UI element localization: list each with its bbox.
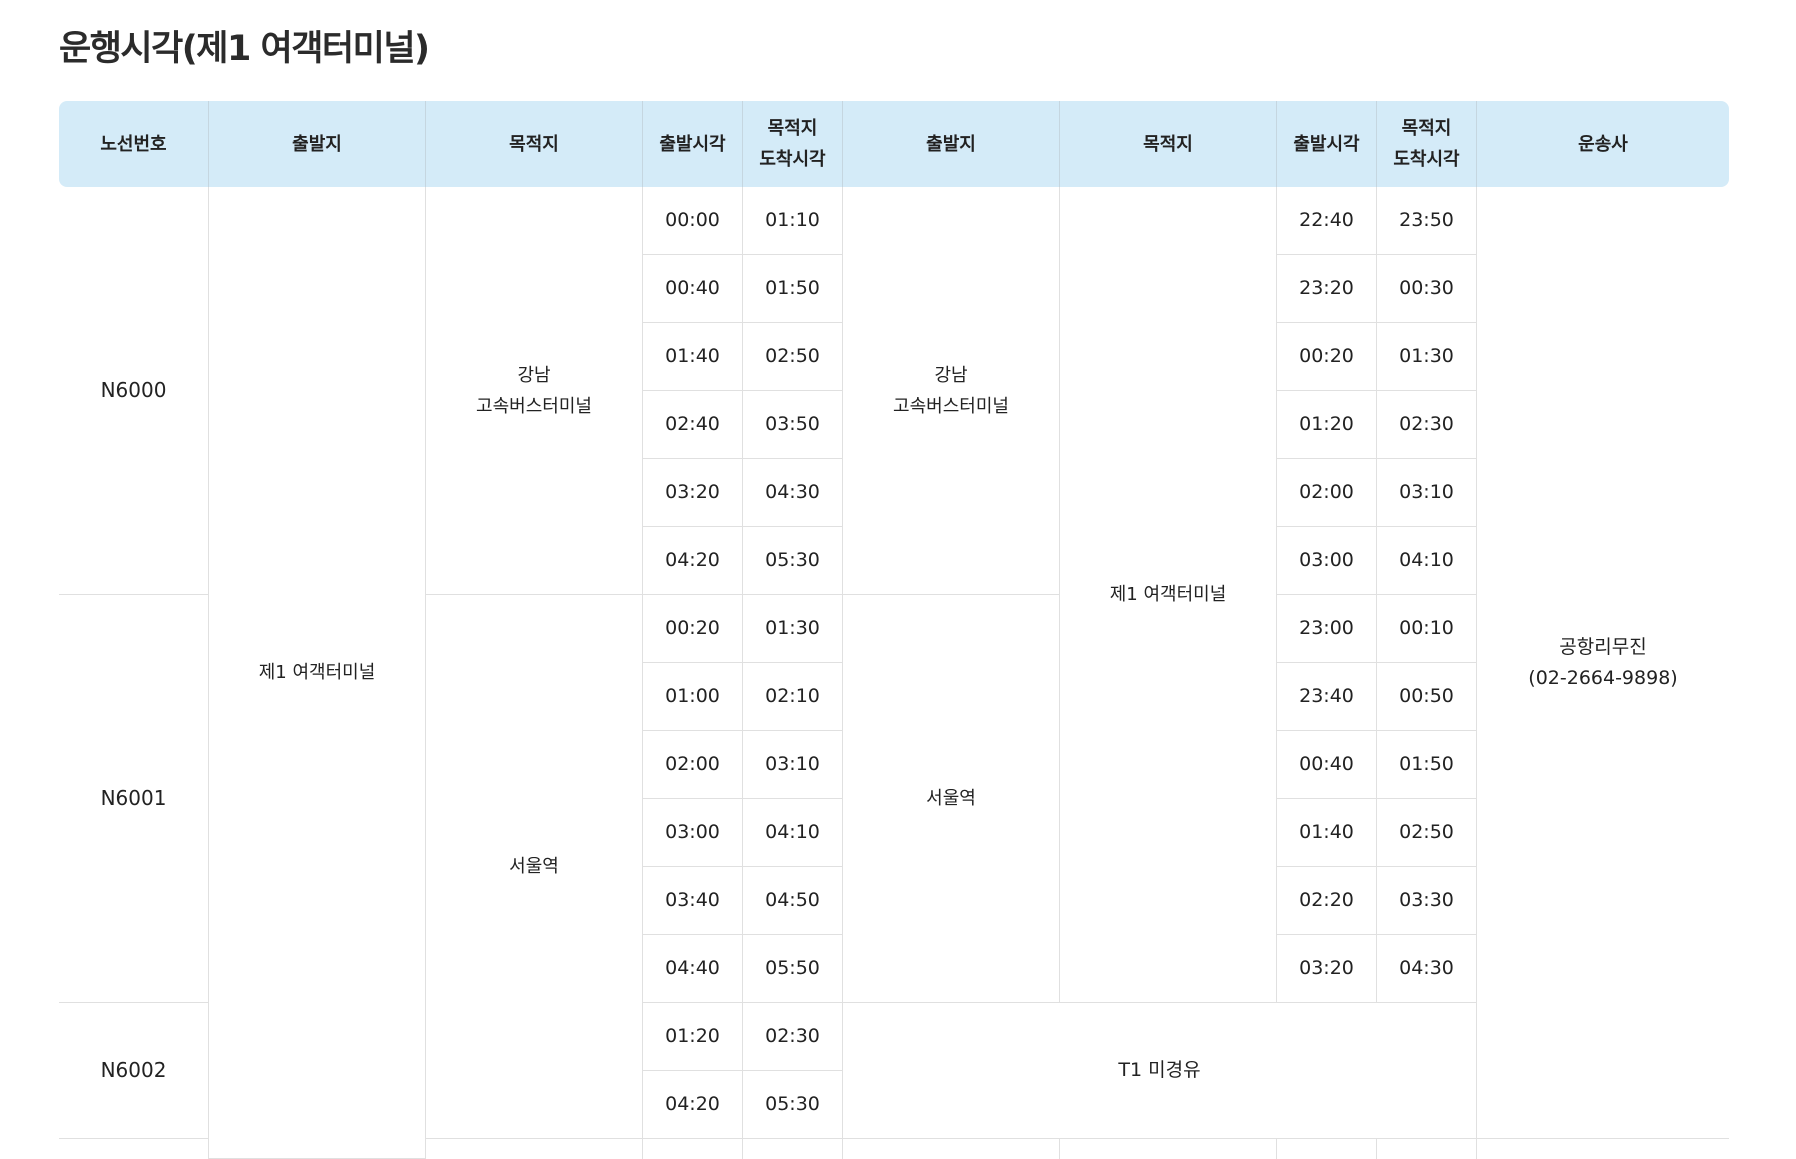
empty-cell [1476, 1139, 1729, 1159]
return-departure-time: 00:20 [1276, 323, 1376, 391]
gangnam-label-line2: 고속버스터미널 [476, 395, 592, 417]
arrival-time: 02:50 [742, 323, 842, 391]
return-arrival-time: 00:10 [1376, 595, 1476, 663]
header-departure-2: 출발지 [842, 101, 1059, 187]
return-arrival-time: 00:30 [1376, 255, 1476, 323]
header-route-number: 노선번호 [59, 101, 208, 187]
empty-cell [1376, 1139, 1476, 1159]
header-operator: 운송사 [1476, 101, 1729, 187]
page-title: 운행시각(제1 여객터미널) [59, 29, 430, 69]
departure-time: 01:20 [642, 1003, 742, 1071]
operator-phone: (02-2664-9898) [1528, 666, 1678, 689]
return-arrival-time: 03:10 [1376, 459, 1476, 527]
return-arrival-time: 02:50 [1376, 799, 1476, 867]
arrival-time: 02:10 [742, 663, 842, 731]
table-row: N6000 제1 여객터미널 강남고속버스터미널 00:00 01:10 강남고… [59, 187, 1729, 1159]
gangnam-label-line2: 고속버스터미널 [893, 395, 1009, 417]
empty-cell [59, 1139, 208, 1159]
header-departure-time-2: 출발시각 [1276, 101, 1376, 187]
header-destination-2: 목적지 [1059, 101, 1276, 187]
return-departure-time: 03:00 [1276, 527, 1376, 595]
arrival-time: 01:10 [742, 187, 842, 255]
return-departure-time: 02:20 [1276, 867, 1376, 935]
return-departure-time: 03:20 [1276, 935, 1376, 1003]
return-arrival-time: 00:50 [1376, 663, 1476, 731]
departure-time: 00:40 [642, 255, 742, 323]
return-departure-gangnam: 강남고속버스터미널 [842, 187, 1059, 595]
header-arrival-time-1-line1: 목적지 [767, 118, 818, 139]
empty-cell [1276, 1139, 1376, 1159]
empty-cell [1059, 1139, 1276, 1159]
departure-time: 04:40 [642, 935, 742, 1003]
arrival-time: 04:50 [742, 867, 842, 935]
header-row: 노선번호 출발지 목적지 출발시각 목적지도착시각 출발지 목적지 출발시각 목… [59, 101, 1729, 187]
departure-time: 03:40 [642, 867, 742, 935]
return-arrival-time: 01:50 [1376, 731, 1476, 799]
arrival-time: 05:50 [742, 935, 842, 1003]
header-arrival-time-2: 목적지도착시각 [1376, 101, 1476, 187]
arrival-time: 04:10 [742, 799, 842, 867]
return-departure-time: 01:40 [1276, 799, 1376, 867]
arrival-time: 05:30 [742, 527, 842, 595]
empty-cell [642, 1139, 742, 1159]
arrival-time: 03:50 [742, 391, 842, 459]
destination-seoul-station: 서울역 [425, 595, 642, 1139]
return-arrival-time: 04:30 [1376, 935, 1476, 1003]
destination-gangnam: 강남고속버스터미널 [425, 187, 642, 595]
departure-time: 00:20 [642, 595, 742, 663]
header-departure-1: 출발지 [208, 101, 425, 187]
timetable: 노선번호 출발지 목적지 출발시각 목적지도착시각 출발지 목적지 출발시각 목… [59, 101, 1729, 1159]
return-departure-time: 22:40 [1276, 187, 1376, 255]
return-destination-t1: 제1 여객터미널 [1059, 187, 1276, 1003]
return-note-no-t1: T1 미경유 [842, 1003, 1476, 1139]
operator-name: 공항리무진 [1559, 635, 1647, 658]
departure-time: 02:00 [642, 731, 742, 799]
departure-time: 00:00 [642, 187, 742, 255]
departure-place-t1: 제1 여객터미널 [208, 187, 425, 1159]
return-departure-time: 23:40 [1276, 663, 1376, 731]
departure-time: 03:00 [642, 799, 742, 867]
return-arrival-time: 01:30 [1376, 323, 1476, 391]
header-arrival-time-2-line2: 도착시각 [1393, 149, 1460, 170]
arrival-time: 02:30 [742, 1003, 842, 1071]
return-departure-time: 01:20 [1276, 391, 1376, 459]
empty-cell [425, 1139, 642, 1159]
return-arrival-time: 23:50 [1376, 187, 1476, 255]
arrival-time: 04:30 [742, 459, 842, 527]
gangnam-label-line1: 강남 [934, 364, 968, 386]
route-number-n6001: N6001 [59, 595, 208, 1003]
departure-time: 01:00 [642, 663, 742, 731]
header-arrival-time-1-line2: 도착시각 [759, 149, 826, 170]
header-arrival-time-1: 목적지도착시각 [742, 101, 842, 187]
arrival-time: 01:50 [742, 255, 842, 323]
return-departure-time: 23:20 [1276, 255, 1376, 323]
header-arrival-time-2-line1: 목적지 [1401, 118, 1452, 139]
return-arrival-time: 03:30 [1376, 867, 1476, 935]
arrival-time: 03:10 [742, 731, 842, 799]
departure-time: 03:20 [642, 459, 742, 527]
return-departure-seoul-station: 서울역 [842, 595, 1059, 1003]
header-destination-1: 목적지 [425, 101, 642, 187]
departure-time: 01:40 [642, 323, 742, 391]
operator-info: 공항리무진 (02-2664-9898) [1476, 187, 1729, 1139]
route-number-n6000: N6000 [59, 187, 208, 595]
return-departure-time: 00:40 [1276, 731, 1376, 799]
return-arrival-time: 04:10 [1376, 527, 1476, 595]
arrival-time: 05:30 [742, 1071, 842, 1139]
departure-time: 02:40 [642, 391, 742, 459]
header-departure-time-1: 출발시각 [642, 101, 742, 187]
return-arrival-time: 02:30 [1376, 391, 1476, 459]
return-departure-time: 02:00 [1276, 459, 1376, 527]
return-departure-time: 23:00 [1276, 595, 1376, 663]
empty-cell [842, 1139, 1059, 1159]
route-number-n6002: N6002 [59, 1003, 208, 1139]
departure-time: 04:20 [642, 527, 742, 595]
empty-cell [742, 1139, 842, 1159]
gangnam-label-line1: 강남 [517, 364, 551, 386]
departure-time: 04:20 [642, 1071, 742, 1139]
arrival-time: 01:30 [742, 595, 842, 663]
